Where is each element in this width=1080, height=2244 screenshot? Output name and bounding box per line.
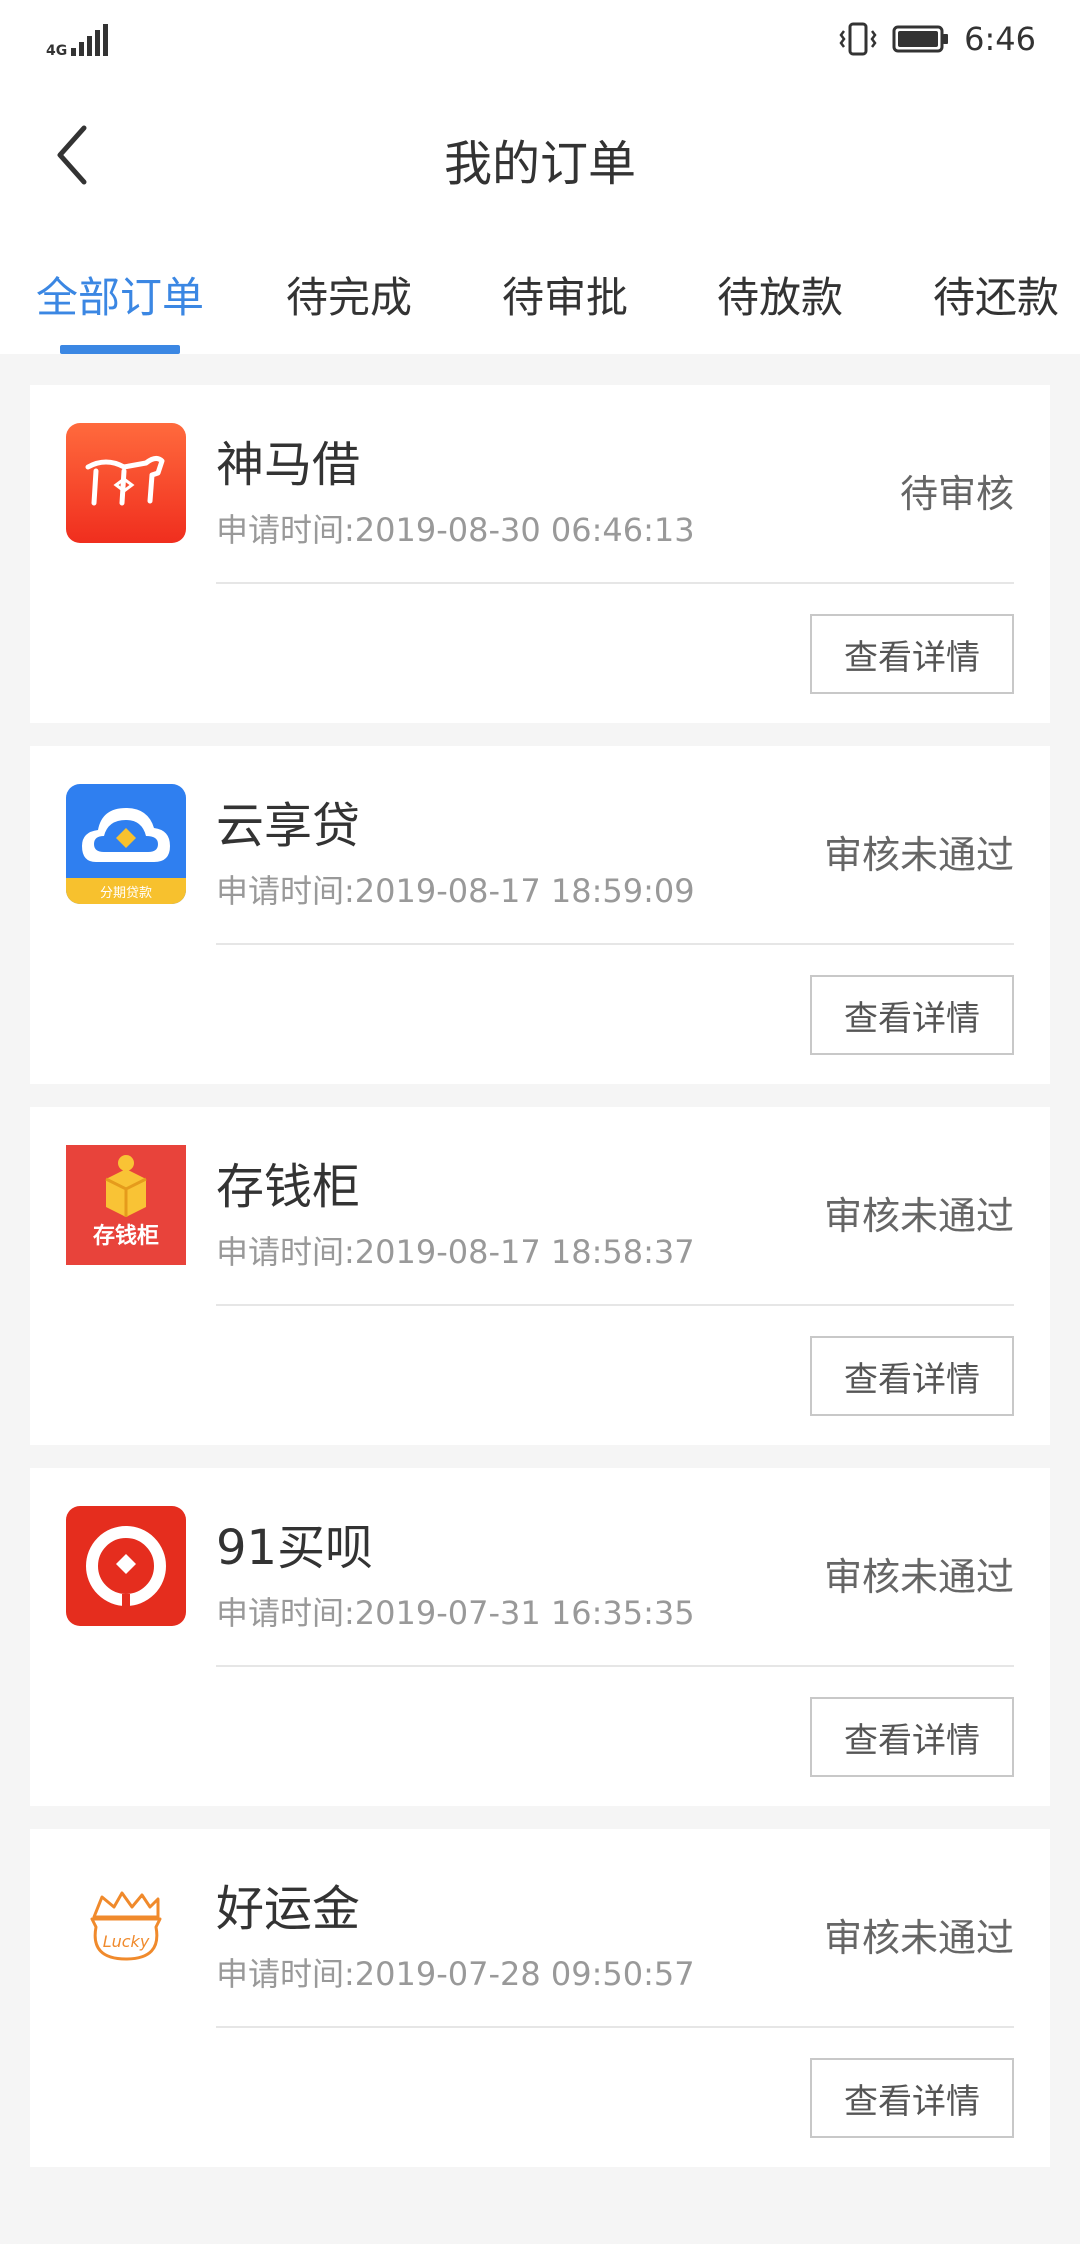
application-time: 申请时间:2019-07-31 16:35:35 <box>216 1594 695 1632</box>
view-details-button[interactable]: 查看详情 <box>810 614 1014 694</box>
lender-name: 云享贷 <box>216 798 361 854</box>
application-time: 申请时间:2019-08-17 18:59:09 <box>216 872 695 910</box>
view-details-button[interactable]: 查看详情 <box>810 1697 1014 1777</box>
app-header: 我的订单 <box>0 84 1080 224</box>
tab-pending-disbursement[interactable]: 待放款 <box>717 264 843 325</box>
logo-caption: Lucky <box>103 1932 150 1951</box>
status-bar: 4G 6:46 <box>0 0 1080 84</box>
clock: 6:46 <box>964 20 1036 58</box>
divider <box>216 2026 1014 2028</box>
order-card: 存钱柜 存钱柜 申请时间:2019-08-17 18:58:37 审核未通过 查… <box>30 1107 1050 1445</box>
application-time: 申请时间:2019-08-30 06:46:13 <box>216 511 695 549</box>
application-time: 申请时间:2019-07-28 09:50:57 <box>216 1955 695 1993</box>
cloud-logo-icon: 分期贷款 <box>66 784 186 904</box>
battery-icon <box>892 25 949 53</box>
lender-name: 91买呗 <box>216 1520 374 1576</box>
tab-all-orders[interactable]: 全部订单 <box>36 264 204 325</box>
divider <box>216 1665 1014 1667</box>
status-badge: 审核未通过 <box>823 1555 1014 1599</box>
lender-name: 神马借 <box>216 437 361 493</box>
status-badge: 审核未通过 <box>823 833 1014 877</box>
tab-pending-repayment[interactable]: 待还款 <box>933 264 1059 325</box>
order-card: 神马借 申请时间:2019-08-30 06:46:13 待审核 查看详情 <box>30 385 1050 723</box>
view-details-button[interactable]: 查看详情 <box>810 1336 1014 1416</box>
tab-pending-completion[interactable]: 待完成 <box>286 264 412 325</box>
divider <box>216 1304 1014 1306</box>
signal-indicator: 4G <box>46 22 109 58</box>
active-tab-indicator <box>60 345 180 354</box>
vibrate-icon <box>839 22 877 56</box>
network-type: 4G <box>46 43 68 59</box>
status-badge: 审核未通过 <box>823 1194 1014 1238</box>
application-time: 申请时间:2019-08-17 18:58:37 <box>216 1233 695 1271</box>
logo-caption: 存钱柜 <box>93 1223 159 1249</box>
order-card: 91买呗 申请时间:2019-07-31 16:35:35 审核未通过 查看详情 <box>30 1468 1050 1806</box>
order-list: 神马借 申请时间:2019-08-30 06:46:13 待审核 查看详情 分期… <box>30 385 1050 2190</box>
status-badge: 待审核 <box>899 472 1014 516</box>
order-card: Lucky 好运金 申请时间:2019-07-28 09:50:57 审核未通过… <box>30 1829 1050 2167</box>
view-details-button[interactable]: 查看详情 <box>810 975 1014 1055</box>
horse-logo-icon <box>66 423 186 543</box>
page-title: 我的订单 <box>443 136 636 192</box>
divider <box>216 582 1014 584</box>
divider <box>216 943 1014 945</box>
order-card: 分期贷款 云享贷 申请时间:2019-08-17 18:59:09 审核未通过 … <box>30 746 1050 1084</box>
order-tabs: 全部订单 待完成 待审批 待放款 待还款 <box>0 224 1080 354</box>
status-badge: 审核未通过 <box>823 1916 1014 1960</box>
view-details-button[interactable]: 查看详情 <box>810 2058 1014 2138</box>
lender-name: 好运金 <box>216 1881 361 1937</box>
tab-pending-approval[interactable]: 待审批 <box>502 264 628 325</box>
lender-name: 存钱柜 <box>216 1159 361 1215</box>
ring-logo-icon <box>66 1506 186 1626</box>
piggy-box-logo-icon: 存钱柜 <box>66 1145 186 1265</box>
lucky-bag-logo-icon: Lucky <box>66 1867 186 1987</box>
signal-icon <box>71 24 109 56</box>
logo-caption: 分期贷款 <box>100 886 152 901</box>
